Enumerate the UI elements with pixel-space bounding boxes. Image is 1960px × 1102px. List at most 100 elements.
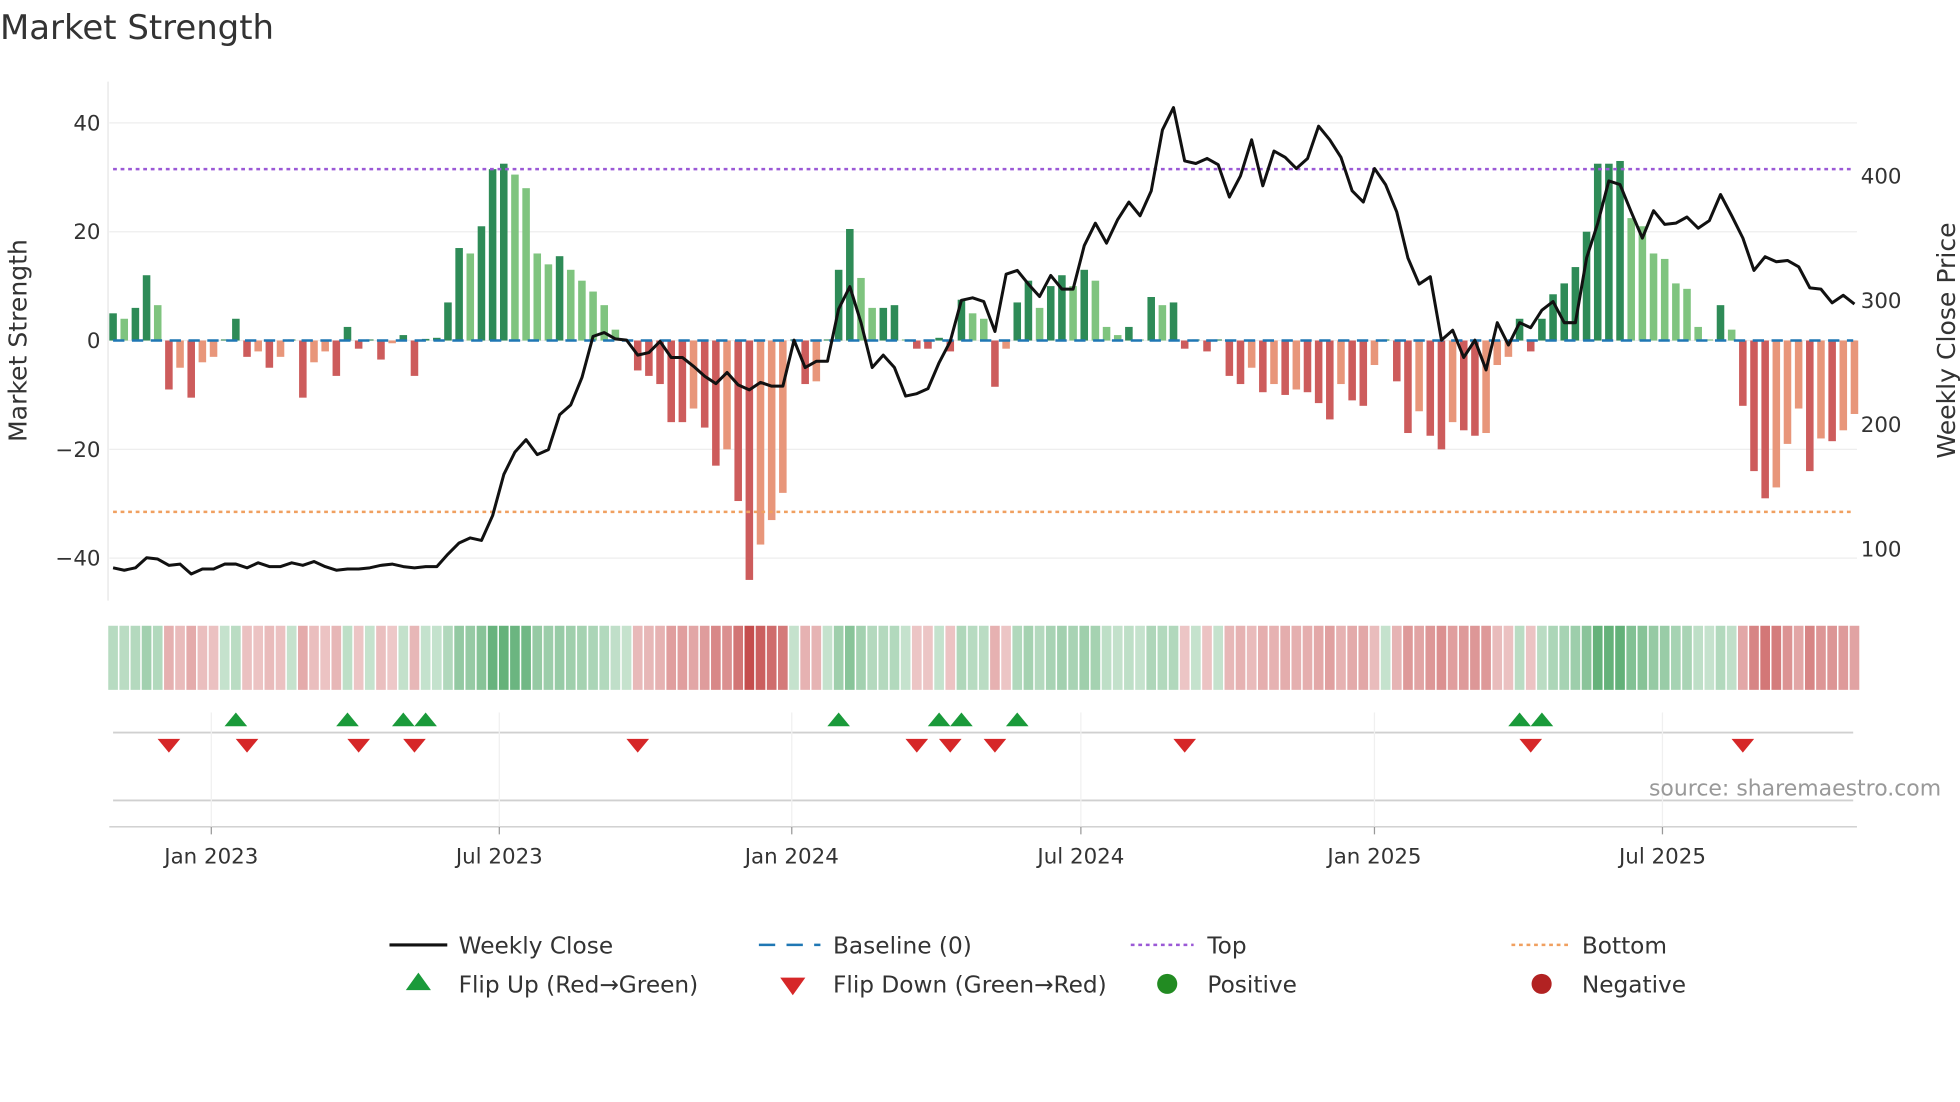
strength-bar: [779, 340, 787, 493]
strength-bar: [1259, 340, 1267, 393]
strength-bar: [1102, 326, 1111, 341]
y2-tick-label: 200: [1861, 413, 1902, 438]
flip-up-marker: [1508, 712, 1531, 727]
heat-cell: [1269, 625, 1279, 690]
strength-bar: [488, 169, 497, 341]
heat-cell: [1057, 625, 1067, 690]
heat-cell: [1816, 625, 1826, 690]
heat-cell: [1559, 625, 1570, 690]
heat-cell: [1749, 625, 1759, 690]
strength-bar: [511, 174, 519, 341]
y-tick-label: −20: [55, 438, 100, 463]
heat-cell: [130, 625, 141, 690]
heat-cell: [498, 625, 509, 690]
heat-cell: [1760, 625, 1770, 690]
flip-up-marker: [392, 712, 415, 727]
strength-bar: [589, 291, 597, 341]
strength-bar: [466, 253, 475, 341]
heat-cell: [699, 625, 710, 690]
heat-cell: [1246, 625, 1257, 690]
strength-bar: [1593, 163, 1602, 341]
heat-cell: [744, 625, 755, 690]
legend-item-dash: Baseline (0): [758, 933, 972, 960]
strength-bar: [1069, 286, 1077, 341]
strength-bar: [1794, 340, 1803, 409]
strength-bar: [410, 340, 419, 376]
heat-cell: [1135, 625, 1145, 690]
strength-bar: [1526, 340, 1535, 352]
strength-bar: [700, 340, 709, 428]
heat-cell: [1525, 625, 1536, 690]
heat-cell: [588, 625, 598, 690]
heat-cell: [197, 625, 208, 690]
heat-cell: [766, 625, 777, 690]
heat-cell: [443, 625, 453, 690]
heat-cell: [1637, 625, 1648, 690]
flip-down-marker: [983, 738, 1007, 753]
strength-bar: [1013, 302, 1022, 341]
heat-cell: [610, 625, 621, 690]
strength-bar: [1839, 340, 1848, 431]
heat-cell: [1302, 625, 1313, 690]
strength-bar: [1080, 269, 1089, 341]
heat-cell: [967, 625, 978, 690]
strength-bar: [968, 313, 977, 341]
strength-bar: [1739, 340, 1747, 406]
legend-item-dotted-bottom: Bottom: [1511, 933, 1667, 960]
strength-bar: [555, 256, 564, 341]
heat-cell: [1470, 625, 1480, 690]
heat-cell: [1124, 625, 1134, 690]
strength-bar: [1750, 340, 1758, 472]
heat-cell: [1827, 625, 1837, 690]
heat-cell: [554, 625, 565, 690]
y2-axis-label: Weekly Close Price: [1932, 222, 1960, 458]
heat-cell: [632, 625, 643, 690]
strength-bar: [879, 307, 888, 341]
heat-cell: [755, 625, 766, 690]
heat-cell: [364, 625, 375, 690]
heat-cell: [1849, 625, 1860, 690]
flip-down-marker: [403, 738, 426, 753]
strength-bar: [1404, 340, 1412, 434]
positive-dot-icon: [1157, 973, 1178, 994]
flip-down-marker: [905, 738, 929, 753]
triangle-up-icon: [405, 972, 431, 991]
heat-cell: [1604, 625, 1614, 690]
heat-cell: [1458, 625, 1469, 690]
y-axis-label: Market Strength: [3, 239, 32, 442]
y-tick-label: −40: [55, 547, 100, 572]
heat-cell: [1615, 625, 1625, 690]
heat-cell: [1704, 625, 1715, 690]
heat-cell: [264, 625, 275, 690]
strength-bar: [310, 340, 318, 363]
strength-bar: [500, 163, 508, 341]
heat-cell: [889, 625, 900, 690]
heat-cell: [253, 625, 264, 690]
strength-bar: [1359, 340, 1368, 406]
heat-cell: [487, 625, 498, 690]
strength-bar: [1326, 340, 1334, 420]
heat-cell: [1280, 625, 1290, 690]
heat-cell: [1179, 625, 1190, 690]
heat-cell: [990, 625, 1000, 690]
heat-cell: [945, 625, 956, 690]
strength-bar: [1638, 226, 1647, 341]
strength-bar: [131, 307, 140, 341]
heat-cell: [1693, 625, 1704, 690]
x-tick-label: Jul 2024: [1035, 844, 1124, 869]
heat-cell: [1838, 625, 1849, 690]
strength-bar: [1281, 340, 1289, 395]
strength-bar: [1024, 280, 1033, 341]
strength-bar: [332, 340, 341, 376]
flip-up-marker: [827, 712, 850, 727]
strength-bar: [1850, 340, 1859, 414]
strength-bar: [745, 340, 754, 580]
strength-heatmap-strip: [108, 625, 1860, 690]
flip-up-marker: [950, 712, 973, 727]
heat-cell: [1793, 625, 1804, 690]
strength-bar: [1393, 340, 1401, 382]
heat-cell: [510, 625, 520, 690]
heat-cell: [878, 625, 889, 690]
strength-bar: [1046, 286, 1055, 341]
heat-cell: [655, 625, 665, 690]
